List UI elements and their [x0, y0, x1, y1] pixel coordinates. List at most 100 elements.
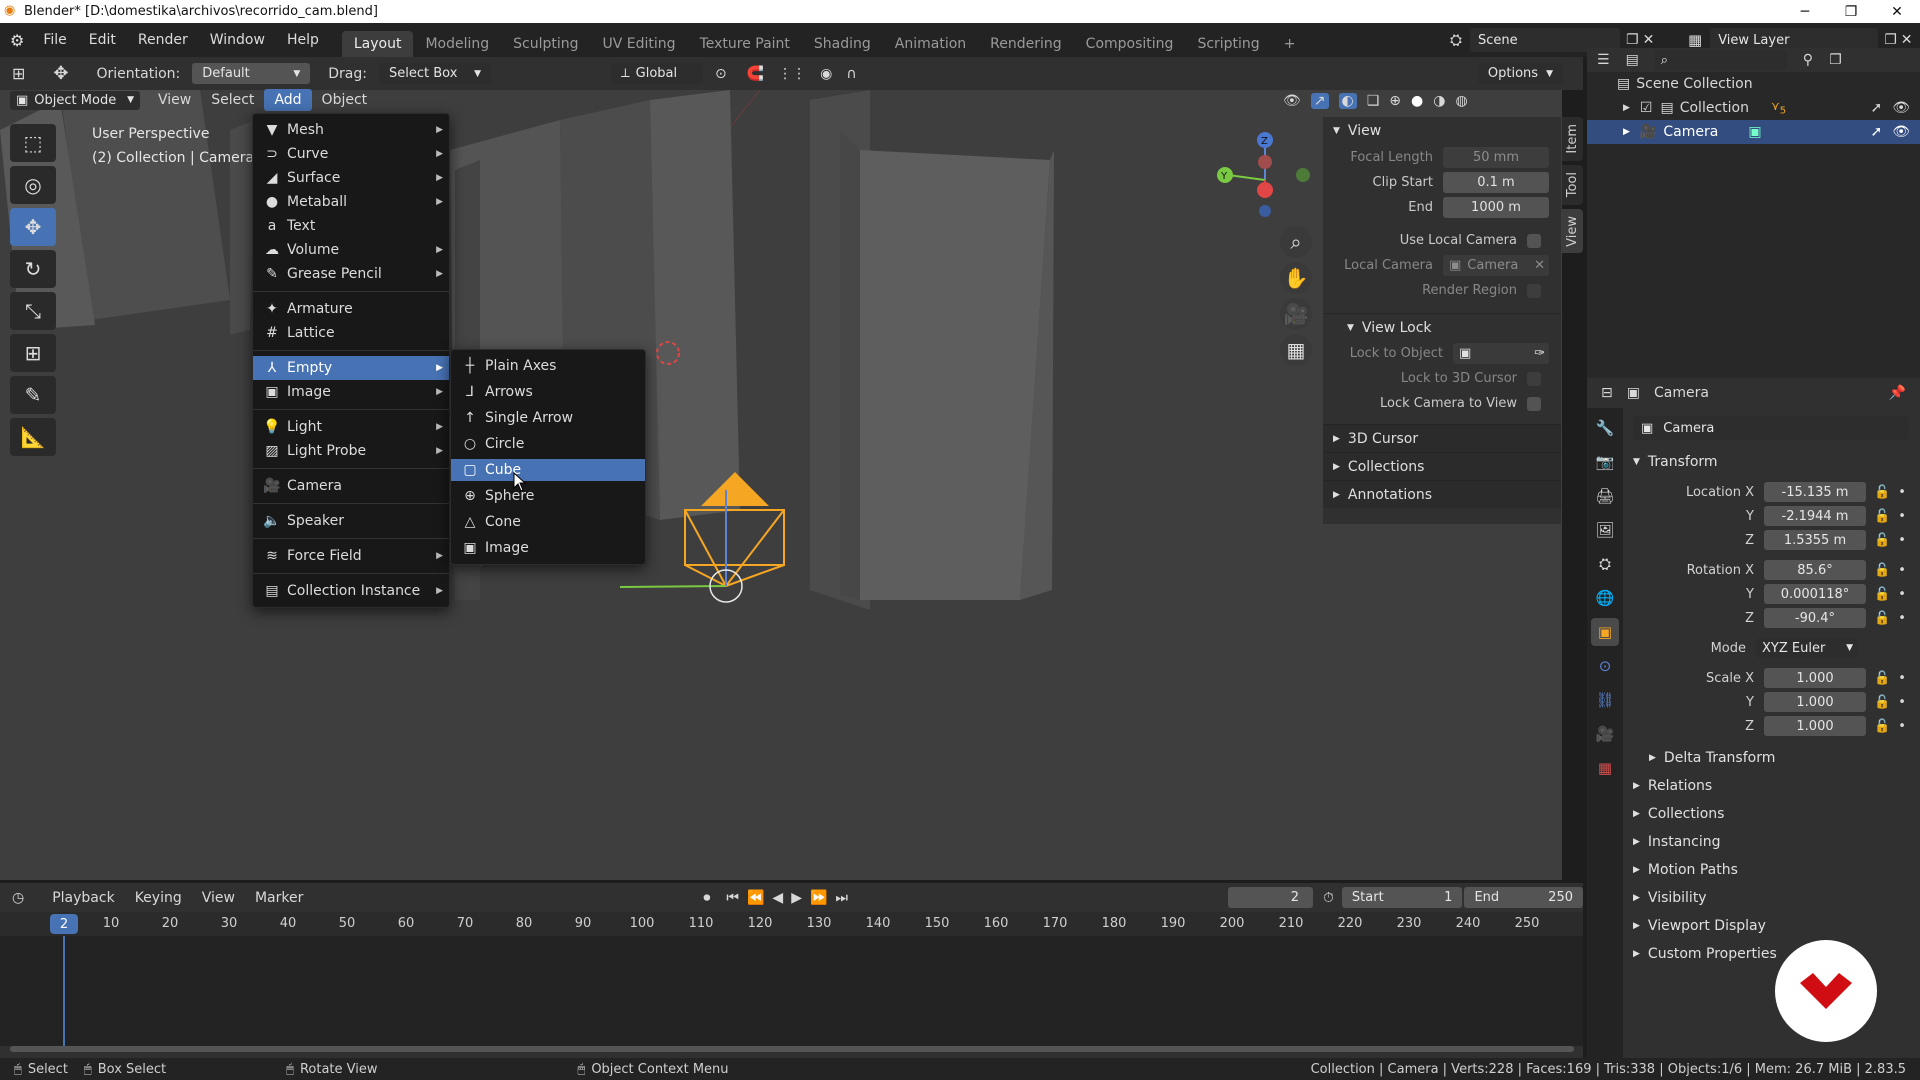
viewport-menu-select[interactable]: Select [201, 89, 264, 111]
tab-view[interactable]: View [1562, 209, 1583, 253]
tab-animation[interactable]: Animation [883, 31, 978, 57]
gizmo-toggle-icon[interactable]: ↗ [1310, 93, 1329, 109]
timeline-menu-marker[interactable]: Marker [245, 887, 313, 909]
zoom-icon[interactable]: ⌕ [1280, 226, 1312, 258]
transform-header[interactable]: ▼ Transform [1633, 448, 1911, 476]
expand-right-icon[interactable]: ▶ [1623, 103, 1630, 113]
empty-image-item[interactable]: ▣ Image [451, 535, 645, 561]
solid-shading-icon[interactable]: ● [1411, 93, 1423, 109]
lock-icon[interactable]: 🔓 [1874, 719, 1890, 734]
empty-single-arrow-item[interactable]: ↑ Single Arrow [451, 405, 645, 431]
orientation-dropdown[interactable]: Default ▼ [192, 63, 311, 84]
viewport-menu-view[interactable]: View [148, 89, 201, 111]
outliner-collection[interactable]: ▶ ☑ ▤ Collection ⋎5 ➚ 👁 [1587, 96, 1920, 120]
lock-icon[interactable]: 🔓 [1874, 611, 1890, 626]
measure-tool-icon[interactable]: 📐 [10, 418, 56, 456]
add-metaball-item[interactable]: ● Metaball ▶ [253, 190, 449, 214]
maximize-button[interactable]: ❐ [1828, 4, 1874, 20]
tab-layout[interactable]: Layout [341, 31, 414, 57]
timeline-editor-icon[interactable]: ◷ [12, 890, 24, 906]
drag-dropdown[interactable]: Select Box ▼ [378, 63, 491, 84]
options-dropdown[interactable]: Options ▼ [1477, 63, 1563, 84]
output-props-icon[interactable]: 🖨 [1591, 482, 1619, 510]
tab-rendering[interactable]: Rendering [978, 31, 1074, 57]
blender-menu-icon[interactable]: ⚙ [10, 31, 24, 50]
new-scene-icon[interactable]: ❐ [1626, 32, 1639, 48]
add-light-item[interactable]: 💡 Light ▶ [253, 415, 449, 439]
keyframe-dot-icon[interactable]: • [1898, 611, 1906, 626]
tab-texture-paint[interactable]: Texture Paint [688, 31, 802, 57]
outliner-search-input[interactable]: ⌕ [1654, 50, 1787, 70]
object-name-field[interactable]: ▣ Camera [1633, 416, 1909, 440]
scale-y-field[interactable]: 1.000 [1764, 692, 1866, 712]
filter-icon[interactable]: ⚲ [1803, 52, 1813, 68]
timeline-scrollbar[interactable] [10, 1046, 1574, 1052]
scale-tool-icon[interactable]: ⤡ [10, 292, 56, 330]
move-tool-button-icon[interactable]: ✥ [10, 208, 56, 246]
clip-start-field[interactable]: 0.1 m [1443, 172, 1549, 193]
delta-transform-header[interactable]: ▶ Delta Transform [1633, 744, 1911, 772]
keyframe-dot-icon[interactable]: • [1898, 509, 1906, 524]
lock-camera-view-checkbox[interactable] [1527, 396, 1541, 411]
lock-icon[interactable]: 🔓 [1874, 485, 1890, 500]
next-keyframe-icon[interactable]: ⏩ [810, 890, 827, 906]
keyframe-dot-icon[interactable]: • [1898, 695, 1906, 710]
tab-sculpting[interactable]: Sculpting [501, 31, 590, 57]
jump-start-icon[interactable]: ⏮ [726, 890, 739, 906]
view-layer-props-icon[interactable]: 🖼 [1591, 516, 1619, 544]
tool-props-icon[interactable]: 🔧 [1591, 414, 1619, 442]
annotate-tool-icon[interactable]: ✎ [10, 376, 56, 414]
add-empty-item[interactable]: ⅄ Empty ▶ [253, 356, 449, 380]
render-props-icon[interactable]: 📷 [1591, 448, 1619, 476]
keyframe-dot-icon[interactable]: • [1898, 563, 1906, 578]
menu-help[interactable]: Help [276, 32, 330, 48]
snap-icon[interactable]: 🧲 [747, 66, 764, 82]
tab-modeling[interactable]: Modeling [413, 31, 501, 57]
clear-icon[interactable]: ✕ [1534, 258, 1545, 273]
collections-section-header[interactable]: ▶ Collections [1633, 800, 1911, 828]
menu-edit[interactable]: Edit [78, 32, 127, 48]
viewport-menu-add[interactable]: Add [264, 89, 312, 111]
ortho-grid-icon[interactable]: ▦ [1280, 334, 1312, 366]
location-z-field[interactable]: 1.5355 m [1764, 530, 1866, 550]
end-frame-field[interactable]: End 250 [1464, 887, 1583, 908]
play-icon[interactable]: ▶ [791, 890, 802, 906]
stopwatch-icon[interactable]: ⏱ [1323, 890, 1334, 906]
visibility-eye-icon[interactable]: 👁 [1892, 124, 1910, 140]
pivot-point-icon[interactable]: ⊙ [715, 66, 727, 82]
eyedropper-icon[interactable]: ✑ [1534, 346, 1545, 361]
rendered-shading-icon[interactable]: ◍ [1455, 93, 1467, 109]
add-light-probe-item[interactable]: ▨ Light Probe ▶ [253, 439, 449, 463]
scene-props-icon[interactable]: ⛭ [1591, 550, 1619, 578]
object-mode-dropdown[interactable]: ▣ Object Mode ▼ [10, 90, 140, 110]
transform-orientation-dropdown[interactable]: ⟂ Global [610, 63, 703, 84]
focal-length-field[interactable]: 50 mm [1443, 147, 1549, 168]
keyframe-dot-icon[interactable]: • [1898, 671, 1906, 686]
rotate-tool-icon[interactable]: ↻ [10, 250, 56, 288]
jump-end-icon[interactable]: ⏭ [835, 890, 848, 906]
new-view-layer-icon[interactable]: ❐ [1884, 32, 1897, 48]
keyframe-dot-icon[interactable]: • [1898, 719, 1906, 734]
add-mesh-item[interactable]: ▼ Mesh ▶ [253, 118, 449, 142]
viewport-display-header[interactable]: ▶ Viewport Display [1633, 912, 1911, 940]
lock-to-object-field[interactable]: ▣ ✑ [1453, 343, 1549, 364]
keyframe-dot-icon[interactable]: • [1898, 485, 1906, 500]
visibility-eye-icon[interactable]: 👁 [1892, 100, 1910, 116]
visibility-header[interactable]: ▶ Visibility [1633, 884, 1911, 912]
motion-paths-header[interactable]: ▶ Motion Paths [1633, 856, 1911, 884]
render-region-checkbox[interactable] [1527, 283, 1541, 298]
annotations-header[interactable]: ▶ Annotations [1323, 480, 1561, 508]
current-frame-field[interactable]: 2 [1228, 887, 1313, 908]
tab-item[interactable]: Item [1562, 117, 1583, 161]
camera-view-icon[interactable]: 🎥 [1280, 298, 1312, 330]
selectable-arrow-icon[interactable]: ➚ [1870, 124, 1882, 140]
empty-circle-item[interactable]: ○ Circle [451, 431, 645, 457]
lock-icon[interactable]: 🔓 [1874, 533, 1890, 548]
new-collection-icon[interactable]: ❐ [1829, 52, 1842, 68]
transform-tool-icon[interactable]: ⊞ [10, 334, 56, 372]
pan-hand-icon[interactable]: ✋ [1280, 262, 1312, 294]
rotation-x-field[interactable]: 85.6° [1764, 560, 1866, 580]
play-reverse-icon[interactable]: ◀ [772, 890, 783, 906]
empty-sphere-item[interactable]: ⊕ Sphere [451, 483, 645, 509]
falloff-icon[interactable]: ∩ [846, 66, 856, 82]
